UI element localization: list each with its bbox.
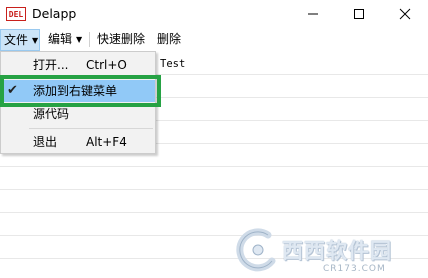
menu-separator bbox=[29, 128, 153, 129]
row-divider bbox=[0, 212, 428, 213]
menu-bar: 文件 ▼ 编辑 ▼ 快速删除 删除 bbox=[0, 28, 428, 52]
menu-item-shortcut: Alt+F4 bbox=[86, 135, 127, 149]
watermark-brand: 西西软件园 bbox=[282, 239, 392, 263]
watermark-logo-icon bbox=[236, 228, 276, 272]
annotation-highlight-box bbox=[0, 75, 161, 107]
menu-file[interactable]: 文件 ▼ bbox=[0, 29, 40, 51]
menu-delete[interactable]: 删除 bbox=[154, 28, 184, 51]
app-icon: DEL bbox=[6, 7, 26, 21]
minimize-icon bbox=[308, 13, 318, 15]
row-divider bbox=[0, 189, 428, 190]
watermark-url: CR173.COM bbox=[323, 264, 386, 274]
menu-item-shortcut: Ctrl+O bbox=[86, 58, 127, 72]
menu-item-exit[interactable]: 退出 Alt+F4 bbox=[1, 131, 155, 153]
menu-item-label: 打开... bbox=[33, 58, 69, 72]
title-bar: DEL Delapp bbox=[0, 0, 428, 28]
close-icon bbox=[399, 8, 411, 20]
menu-item-open[interactable]: 打开... Ctrl+O bbox=[1, 54, 155, 76]
list-item-text[interactable]: Test bbox=[160, 58, 185, 70]
menu-file-label: 文件 bbox=[4, 33, 29, 47]
chevron-down-icon: ▼ bbox=[76, 35, 83, 44]
minimize-button[interactable] bbox=[290, 0, 336, 28]
maximize-button[interactable] bbox=[336, 0, 382, 28]
menu-separator bbox=[89, 32, 90, 47]
menu-edit[interactable]: 编辑 ▼ bbox=[45, 28, 85, 51]
menu-edit-label: 编辑 bbox=[48, 32, 73, 46]
menu-item-label: 退出 bbox=[33, 135, 58, 149]
chevron-down-icon: ▼ bbox=[32, 36, 39, 45]
close-button[interactable] bbox=[382, 0, 428, 28]
window-title: Delapp bbox=[32, 6, 77, 21]
watermark: 西西软件园 CR173.COM bbox=[228, 225, 424, 275]
maximize-icon bbox=[354, 9, 364, 19]
menu-quick-delete[interactable]: 快速删除 bbox=[94, 28, 148, 51]
row-divider bbox=[0, 166, 428, 167]
